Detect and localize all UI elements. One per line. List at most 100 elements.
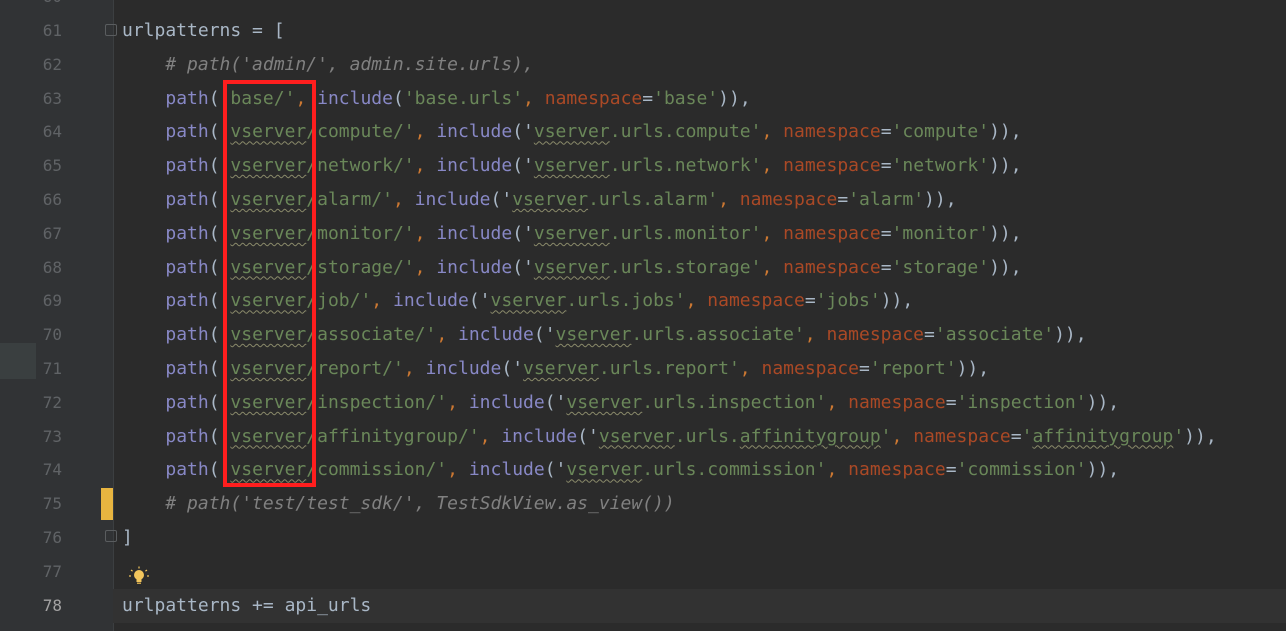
code-token: include xyxy=(392,290,469,312)
code-text[interactable]: urlpatterns = [ xyxy=(122,14,285,48)
code-token: (' xyxy=(544,459,567,481)
code-token: = xyxy=(837,189,849,210)
code-token: vserver xyxy=(555,324,632,346)
code-text[interactable]: # path('test/test_sdk/', TestSdkView.as_… xyxy=(122,487,674,521)
line-number: 67 xyxy=(42,223,62,243)
code-token: affinitygroup xyxy=(1032,425,1174,447)
code-text[interactable]: # path('admin/', admin.site.urls), xyxy=(122,48,533,82)
change-marker[interactable] xyxy=(101,488,113,520)
code-token: include xyxy=(425,358,502,379)
code-token: (' xyxy=(544,391,567,413)
code-line[interactable]: 76] xyxy=(0,521,1286,555)
code-token: (' xyxy=(512,256,534,278)
code-token: path xyxy=(165,391,209,413)
code-token: include xyxy=(468,459,545,481)
code-line[interactable]: 61 urlpatterns = [ xyxy=(0,14,1286,48)
code-token: )), xyxy=(989,155,1022,177)
code-line[interactable]: 67 path('vserver/monitor/', include('vse… xyxy=(0,217,1286,251)
code-token: /commission/' xyxy=(306,459,448,481)
code-token: , xyxy=(761,121,784,143)
code-token: , xyxy=(826,391,849,413)
code-token: path xyxy=(165,256,209,278)
code-line[interactable]: 70 path('vserver/associate/', include('v… xyxy=(0,318,1286,352)
code-token: )), xyxy=(1086,391,1120,413)
code-line-partial[interactable]: 60 xyxy=(0,0,1286,14)
code-token: )), xyxy=(718,87,751,109)
code-token: vserver xyxy=(512,189,589,210)
code-editor[interactable]: 6061urlpatterns = [62 # path('admin/', a… xyxy=(0,0,1286,631)
code-line[interactable]: 73 path ('vserver/affinitygroup/', includ… xyxy=(0,420,1286,454)
code-line[interactable]: 71 path('vserver/report/', include('vser… xyxy=(0,352,1286,386)
code-token: , xyxy=(371,290,393,312)
line-number: 71 xyxy=(42,359,62,378)
code-token: = xyxy=(804,290,816,312)
code-token: , xyxy=(685,290,708,312)
line-number: 74 xyxy=(42,460,62,480)
code-token: = xyxy=(924,324,935,346)
code-token: .urls.storage' xyxy=(609,256,762,278)
code-line[interactable]: 75 # path('test/test_sdk/', TestSdkView.… xyxy=(0,487,1286,521)
code-token: .urls.commission' xyxy=(642,459,827,481)
fold-open-icon[interactable] xyxy=(105,24,117,36)
line-number: 65 xyxy=(42,156,62,176)
code-token: )), xyxy=(880,290,914,312)
code-token: , xyxy=(891,425,914,447)
code-token: 'network' xyxy=(891,155,990,177)
code-token: = xyxy=(1010,425,1022,447)
code-token: = xyxy=(252,20,263,41)
code-line[interactable]: 63 path('base/', include('base.urls', na… xyxy=(0,82,1286,116)
code-line[interactable]: 69 path('vserver/job/', include('vserver… xyxy=(0,284,1286,318)
lightbulb-icon[interactable] xyxy=(128,566,150,588)
fold-close-icon[interactable] xyxy=(105,530,117,542)
code-token: (' xyxy=(501,358,524,379)
code-token: 'alarm' xyxy=(848,189,925,210)
code-token: )), xyxy=(1054,324,1087,346)
code-token: .urls.jobs' xyxy=(566,290,686,312)
code-line[interactable]: 77 xyxy=(0,555,1286,589)
code-token: vserver xyxy=(523,358,599,379)
code-line[interactable]: 74 path('vserver/commission/', include('… xyxy=(0,453,1286,487)
code-token: , xyxy=(804,324,827,346)
code-line[interactable]: 66 path('vserver/alarm/', include('vserv… xyxy=(0,183,1286,217)
code-token: path xyxy=(165,459,209,481)
code-line[interactable]: 78 urlpatterns += api_urls xyxy=(0,588,1286,623)
code-text[interactable]: ] xyxy=(122,521,133,555)
code-line[interactable]: 72 path('vserver/inspection/', include('… xyxy=(0,386,1286,420)
code-token: urlpatterns xyxy=(122,20,253,41)
line-number: 64 xyxy=(42,122,62,142)
code-token: 'associate' xyxy=(934,324,1055,346)
line-number: 73 xyxy=(42,426,62,446)
line-number: 66 xyxy=(42,190,62,209)
code-token: )), xyxy=(989,121,1022,143)
code-token: , xyxy=(718,189,740,210)
code-line[interactable]: 68 path('vserver/storage/', include('vse… xyxy=(0,251,1286,285)
code-token: (' xyxy=(512,222,534,244)
code-token: 'base.urls' xyxy=(403,87,524,109)
code-token: , xyxy=(403,358,426,379)
code-line[interactable]: 64 path('vserver/compute/', include('vse… xyxy=(0,115,1286,149)
code-text[interactable]: urlpatterns += api_urls xyxy=(122,589,371,623)
code-token: /inspection/' xyxy=(306,391,448,413)
code-token: namespace xyxy=(783,155,881,177)
code-token: vserver xyxy=(533,222,610,244)
code-token: 'report' xyxy=(869,358,957,379)
code-token: = xyxy=(880,121,892,143)
code-token: , xyxy=(761,155,784,177)
code-text[interactable]: path('base/', include('base.urls', names… xyxy=(122,82,751,116)
code-token: , xyxy=(523,87,545,109)
code-token: namespace xyxy=(826,324,925,346)
code-token: = xyxy=(945,459,957,481)
code-token: )), xyxy=(1184,425,1217,447)
code-line[interactable]: 65 path('vserver/network/', include('vse… xyxy=(0,149,1286,183)
code-token: vserver xyxy=(598,425,675,447)
code-token: , xyxy=(447,459,469,481)
code-line[interactable]: 62 # path('admin/', admin.site.urls), xyxy=(0,48,1286,82)
code-token: namespace xyxy=(848,391,946,413)
code-token: )), xyxy=(956,358,990,379)
code-token: ( xyxy=(392,87,404,109)
